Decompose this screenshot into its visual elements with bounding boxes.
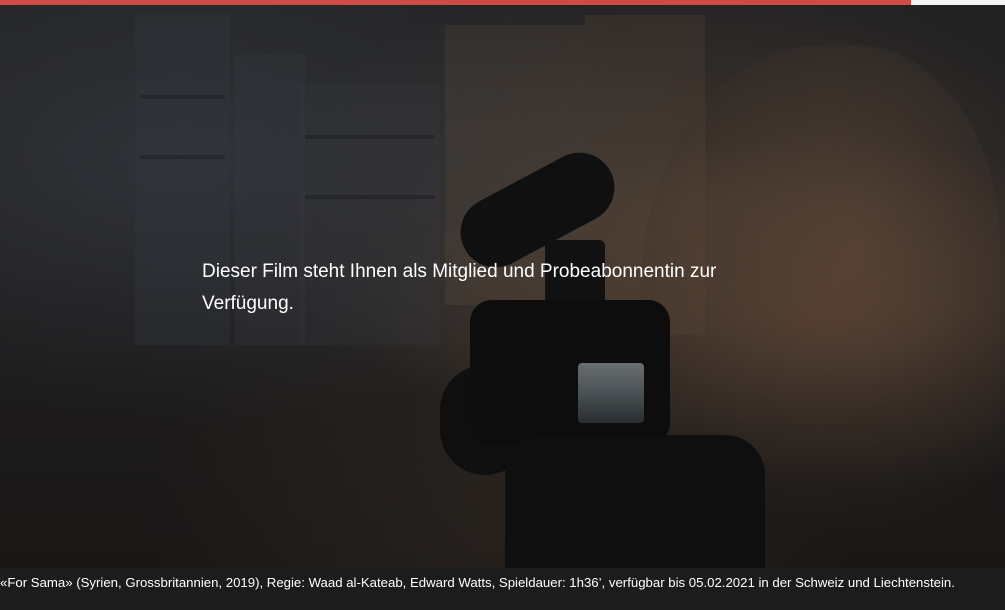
caption-text: «For Sama» (Syrien, Grossbritannien, 201…	[0, 575, 955, 590]
availability-message: Dieser Film steht Ihnen als Mitglied und…	[202, 261, 717, 314]
video-player[interactable]: Dieser Film steht Ihnen als Mitglied und…	[0, 5, 1005, 568]
video-caption: «For Sama» (Syrien, Grossbritannien, 201…	[0, 568, 1005, 610]
